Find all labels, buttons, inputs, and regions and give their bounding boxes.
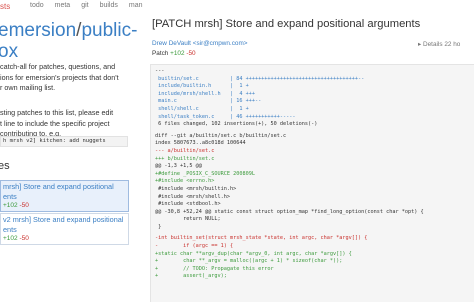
list-description: catch-all for patches, questions, and io… <box>0 62 119 92</box>
diff-line[interactable]: include/mrsh/shell.h | 4 +++ <box>155 91 474 99</box>
patch-author[interactable]: Drew DeVault <sir@cmpwn.com> <box>152 40 248 47</box>
diff-line[interactable]: builtin/set.c | 84 +++++++++++++++++++++… <box>155 76 474 84</box>
patchset-title[interactable]: v2 mrsh] Store and expand positional ent… <box>1 214 128 235</box>
nav-link-man[interactable]: man <box>129 2 143 9</box>
diffstat-added: +102 <box>3 235 18 242</box>
patchset-title[interactable]: mrsh] Store and expand positional ents <box>1 181 128 202</box>
list-owner[interactable]: emersion <box>0 20 76 41</box>
mailing-list-sidebar: emersion/public- ox catch-all for patche… <box>0 14 138 302</box>
diff-line: @@ -30,8 +52,24 @@ static const struct o… <box>155 208 424 215</box>
list-title[interactable]: emersion/public- ox <box>0 20 138 62</box>
details-label: Details <box>423 41 443 48</box>
patch-diff-block: --- builtin/set.c | 84 +++++++++++++++++… <box>150 64 474 302</box>
diffstat-removed: -50 <box>19 202 29 209</box>
diff-line: return NULL; <box>155 216 221 223</box>
diff-line: - if (argc == 1) { <box>155 243 234 250</box>
diff-line: index 5807673..a8c018d 100644 <box>155 140 246 147</box>
nav-link-meta[interactable]: meta <box>55 2 71 9</box>
diff-line[interactable]: shell/task_token.c | 46 +++++++++++----- <box>155 114 474 122</box>
diff-line: +#define _POSIX_C_SOURCE 200809L <box>155 170 255 177</box>
patchset-diffstat: +102 -50 <box>1 202 128 211</box>
site-brand[interactable]: sts <box>0 2 10 11</box>
diffstat-added: +102 <box>3 202 18 209</box>
top-navigation: sts todo meta git builds man <box>0 0 474 14</box>
diff-line: + char **_argv = malloc((argc + 1) * siz… <box>155 258 343 265</box>
diff-line: + // TODO: Propagate this error <box>155 265 274 272</box>
patchset-card[interactable]: v2 mrsh] Store and expand positional ent… <box>0 213 129 245</box>
diff-line: -int builtin_set(struct mrsh_state *stat… <box>155 235 368 242</box>
details-time: 22 ho <box>444 41 461 48</box>
patchset-diffstat: +102 -50 <box>1 235 128 244</box>
nav-link-git[interactable]: git <box>81 2 88 9</box>
list-name-line1[interactable]: public- <box>81 20 137 41</box>
diff-line: diff --git a/builtin/set.c b/builtin/set… <box>155 132 287 139</box>
diff-line: @@ -1,3 +1,5 @@ <box>155 163 202 170</box>
diff-line: #include <mrsh/shell.h> <box>155 193 230 200</box>
diff-line: + assert(_argv); <box>155 273 227 280</box>
nav-link-todo[interactable]: todo <box>30 2 44 9</box>
list-instructions: sting patches to this list, please edit … <box>0 108 114 138</box>
nav-links: todo meta git builds man <box>30 2 143 9</box>
diff-line: #include <stdbool.h> <box>155 201 221 208</box>
diff-line: +#include <errno.h> <box>155 178 215 185</box>
patch-view: [PATCH mrsh] Store and expand positional… <box>146 14 474 302</box>
diffstat-removed: -50 <box>19 235 29 242</box>
diff-line: --- a/builtin/set.c <box>155 147 215 154</box>
list-name-line2[interactable]: ox <box>0 41 18 62</box>
diff-line[interactable]: shell/shell.c | 1 + <box>155 106 474 114</box>
diff-line: } <box>155 223 162 230</box>
diff-line: +static char **argv_dup(char *argv_0, in… <box>155 250 352 257</box>
caret-right-icon: ▸ <box>418 41 422 48</box>
diff-line[interactable]: include/builtin.h | 1 + <box>155 83 474 91</box>
diff-line: --- <box>155 68 165 74</box>
diff-line[interactable]: main.c | 16 +++-- <box>155 98 474 106</box>
details-toggle[interactable]: ▸ Details 22 ho <box>418 40 460 48</box>
subject-example-code: h mrsh v2] kitchen: add nuggets <box>0 136 128 147</box>
patch-label: Patch <box>152 50 169 57</box>
patch-removed: -50 <box>186 50 196 57</box>
diff-line: +++ b/builtin/set.c <box>155 155 215 162</box>
diff-line: 6 files changed, 102 insertions(+), 50 d… <box>155 121 318 128</box>
patchsets-heading: es <box>0 160 10 172</box>
diff-line: #include <mrsh/builtin.h> <box>155 185 237 192</box>
patch-diffstat-line: Patch +102 -50 <box>152 50 196 57</box>
nav-link-builds[interactable]: builds <box>100 2 118 9</box>
patchset-card-active[interactable]: mrsh] Store and expand positional ents +… <box>0 180 129 212</box>
patch-title: [PATCH mrsh] Store and expand positional… <box>152 18 421 30</box>
patch-added: +102 <box>170 50 185 57</box>
